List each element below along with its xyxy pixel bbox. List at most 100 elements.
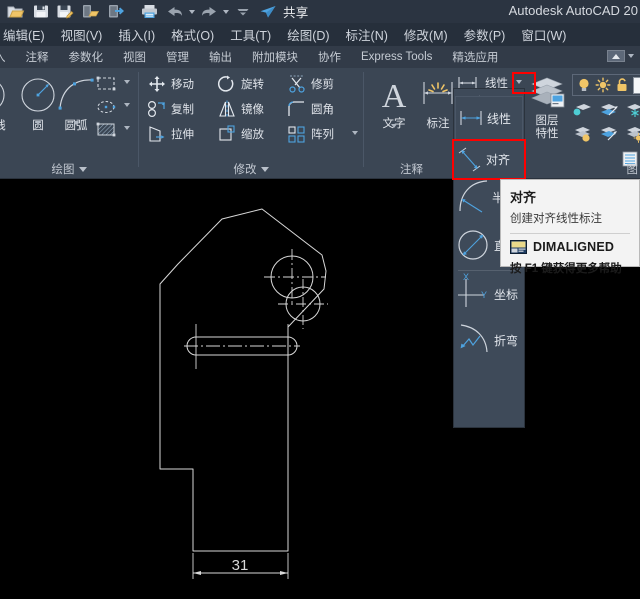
flyout-label-jogged: 折弯 [494, 333, 519, 348]
layer-lock-icon[interactable] [572, 125, 592, 143]
tab-express-tools[interactable]: Express Tools [351, 51, 442, 63]
scale-label: 缩放 [241, 129, 264, 141]
menu-item-tools[interactable]: 工具(T) [222, 25, 279, 44]
menu-item-window[interactable]: 窗口(W) [513, 25, 574, 44]
flyout-item-linear[interactable]: 线性 [455, 96, 523, 140]
array-dropdown-arrow[interactable] [352, 131, 358, 135]
layer-freeze-icon[interactable] [595, 77, 611, 93]
panel-draw-expand-icon[interactable] [78, 166, 87, 172]
undo-icon[interactable] [162, 1, 187, 23]
app-title: Autodesk AutoCAD 20 [508, 3, 638, 18]
tooltip: 对齐 创建对齐线性标注 DIMALIGNED 按 F1 键获得更多帮助 [500, 179, 640, 275]
layer-previous-icon[interactable] [624, 125, 640, 143]
scale-button[interactable]: 缩放 [217, 125, 264, 143]
menu-item-view[interactable]: 视图(V) [53, 25, 111, 44]
hole-center [278, 279, 328, 329]
undo-dropdown-arrow[interactable] [187, 1, 196, 23]
move-button[interactable]: 移动 [147, 75, 194, 93]
menu-item-insert[interactable]: 插入(I) [110, 25, 163, 44]
arc-dropdown-arrow[interactable] [73, 121, 79, 125]
layer-color-swatch-icon[interactable] [633, 76, 640, 94]
flyout-item-aligned[interactable]: 对齐 [455, 141, 523, 178]
ellipse-dropdown-arrow[interactable] [124, 103, 130, 107]
menu-item-format[interactable]: 格式(O) [163, 25, 222, 44]
move-label: 移动 [171, 79, 194, 91]
redo-dropdown-arrow[interactable] [221, 1, 230, 23]
tab-parametric[interactable]: 参数化 [59, 49, 114, 65]
flyout-item-ordinate[interactable]: X Y 坐标 [454, 271, 524, 317]
flyout-item-jogged[interactable]: 折弯 [454, 317, 524, 363]
ribbon-minimize-control[interactable] [607, 50, 634, 62]
layer-properties-button[interactable]: 图层 特性 [524, 74, 570, 141]
share-icon[interactable] [255, 1, 280, 23]
trim-button[interactable]: 修剪 [287, 75, 334, 93]
stretch-label: 拉伸 [171, 129, 194, 141]
tab-insert[interactable]: 入 [0, 49, 16, 65]
menu-item-parametric[interactable]: 参数(P) [456, 25, 514, 44]
tab-view[interactable]: 视图 [113, 49, 156, 65]
menu-item-draw[interactable]: 绘图(D) [279, 25, 337, 44]
ribbon-tab-bar: 入 注释 参数化 视图 管理 输出 附加模块 协作 Express Tools … [0, 46, 640, 68]
circle-label: 圆 [32, 120, 44, 132]
panel-label-draw[interactable]: 绘图 [0, 161, 138, 177]
ellipse-button[interactable] [95, 97, 117, 117]
sync-icon[interactable] [103, 1, 128, 23]
export-icon[interactable] [78, 1, 103, 23]
copy-button[interactable]: 复制 [147, 100, 194, 118]
tab-collaborate[interactable]: 协作 [308, 49, 351, 65]
tooltip-title: 对齐 [510, 190, 537, 205]
layer-properties-label2: 特性 [535, 128, 559, 140]
hatch-dropdown-arrow[interactable] [124, 126, 130, 130]
layer-tools-row-2 [572, 125, 640, 143]
print-icon[interactable] [137, 1, 162, 23]
mirror-button[interactable]: 镜像 [217, 100, 264, 118]
array-button[interactable]: 阵列 [287, 125, 334, 143]
save-as-icon[interactable] [53, 1, 78, 23]
command-icon [510, 240, 527, 254]
ribbon-minimize-arrow[interactable] [628, 54, 634, 58]
tooltip-command-row: DIMALIGNED [510, 240, 630, 254]
menu-item-modify[interactable]: 修改(M) [396, 25, 456, 44]
tab-annotate[interactable]: 注释 [16, 49, 59, 65]
redo-icon[interactable] [196, 1, 221, 23]
layer-unlock-icon[interactable] [614, 77, 630, 93]
layer-off-icon[interactable] [598, 101, 618, 119]
panel-modify: 移动 旋转 修剪 复制 镜像 圆角 拉伸 缩放 阵列 修改 [139, 68, 363, 179]
layer-properties-label1: 图层 [535, 115, 559, 127]
linear-split-dropdown-arrow[interactable] [516, 80, 522, 84]
circle-dropdown-arrow[interactable] [35, 121, 41, 125]
menu-item-dimension[interactable]: 标注(N) [338, 25, 396, 44]
menu-item-edit[interactable]: 编辑(E) [0, 25, 53, 44]
fillet-button[interactable]: 圆角 [287, 100, 334, 118]
layer-freeze2-icon[interactable] [624, 101, 640, 119]
tab-output[interactable]: 输出 [199, 49, 242, 65]
rectangle-dropdown-arrow[interactable] [124, 80, 130, 84]
stretch-button[interactable]: 拉伸 [147, 125, 194, 143]
hatch-button[interactable] [95, 120, 117, 140]
dimension-label: 标注 [426, 118, 450, 130]
text-dropdown-arrow[interactable] [391, 124, 397, 128]
panel-modify-text: 修改 [233, 164, 257, 176]
share-label[interactable]: 共享 [283, 2, 309, 21]
open-icon[interactable] [3, 1, 28, 23]
line-label: 线 [0, 117, 6, 133]
panel-layers: 图层 特性 图 [524, 68, 640, 179]
save-icon[interactable] [28, 1, 53, 23]
tooltip-divider [510, 233, 630, 234]
tab-addins[interactable]: 附加模块 [242, 49, 308, 65]
flyout-label-ordinate: 坐标 [494, 287, 519, 302]
more-icon[interactable] [230, 1, 255, 23]
tab-manage[interactable]: 管理 [156, 49, 199, 65]
layer-match-icon[interactable] [598, 125, 618, 143]
tab-featured-apps[interactable]: 精选应用 [442, 49, 508, 65]
layer-isolate-icon[interactable] [572, 101, 592, 119]
rectangle-button[interactable] [95, 74, 117, 94]
panel-label-layers[interactable]: 图 [524, 161, 640, 177]
rotate-button[interactable]: 旋转 [217, 75, 264, 93]
ribbon-minimize-icon[interactable] [607, 50, 625, 62]
layer-on-icon[interactable] [576, 77, 592, 93]
quick-access-toolbar: 共享 [0, 1, 309, 23]
tooltip-help: 按 F1 键获得更多帮助 [510, 263, 622, 275]
panel-modify-expand-icon[interactable] [260, 166, 269, 172]
panel-label-modify[interactable]: 修改 [139, 161, 363, 177]
